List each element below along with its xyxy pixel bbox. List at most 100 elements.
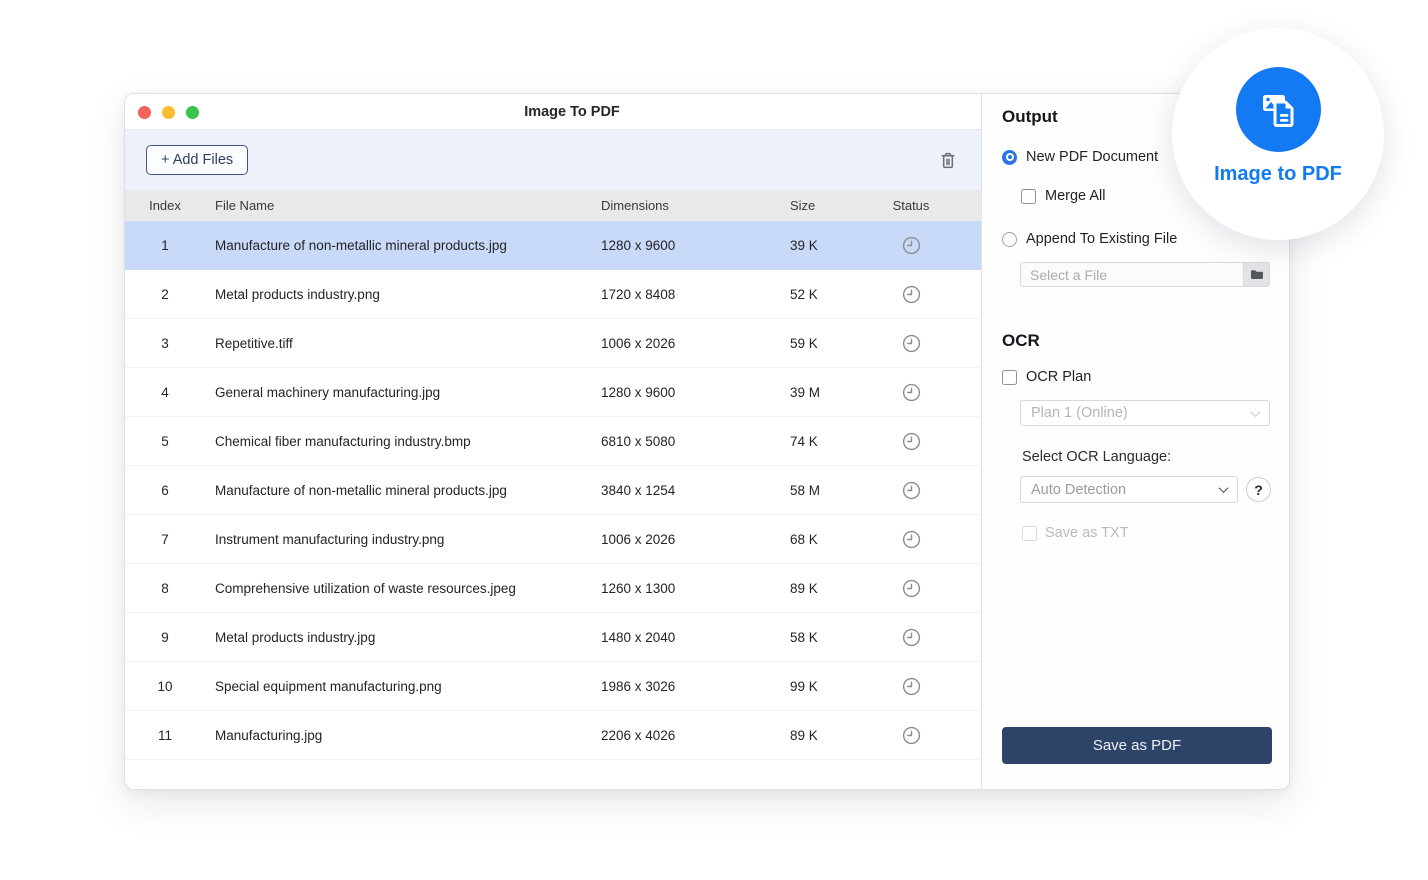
table-row[interactable]: 9 Metal products industry.jpg 1480 x 204… [125,613,981,662]
row-status [887,530,981,549]
clock-icon [902,628,921,647]
table-row[interactable]: 3 Repetitive.tiff 1006 x 2026 59 K [125,319,981,368]
table-row[interactable]: 8 Comprehensive utilization of waste res… [125,564,981,613]
zoom-button[interactable] [186,106,199,119]
row-index: 11 [125,728,205,743]
clock-icon [902,383,921,402]
row-file-name: Repetitive.tiff [205,336,601,351]
row-dimensions: 1720 x 8408 [601,287,790,302]
add-files-button[interactable]: + Add Files [146,145,248,175]
select-file-placeholder: Select a File [1021,263,1243,286]
row-dimensions: 1986 x 3026 [601,679,790,694]
checkbox-unchecked-icon[interactable] [1002,370,1017,385]
row-file-name: General machinery manufacturing.jpg [205,385,601,400]
clock-icon [902,726,921,745]
table-row[interactable]: 7 Instrument manufacturing industry.png … [125,515,981,564]
row-size: 68 K [790,532,887,547]
row-index: 2 [125,287,205,302]
save-as-pdf-button[interactable]: Save as PDF [1002,727,1272,764]
ocr-section-title: OCR [1002,331,1271,351]
checkbox-unchecked-icon[interactable] [1021,189,1036,204]
row-status [887,383,981,402]
row-file-name: Metal products industry.png [205,287,601,302]
table-row[interactable]: 6 Manufacture of non-metallic mineral pr… [125,466,981,515]
row-file-name: Instrument manufacturing industry.png [205,532,601,547]
ocr-language-label: Select OCR Language: [1022,449,1271,465]
chevron-down-icon [1219,483,1229,493]
row-index: 6 [125,483,205,498]
row-size: 89 K [790,581,887,596]
ocr-plan-select-value: Plan 1 (Online) [1031,405,1128,421]
clock-icon [902,481,921,500]
table-row[interactable]: 10 Special equipment manufacturing.png 1… [125,662,981,711]
row-status [887,579,981,598]
delete-button[interactable] [938,150,958,171]
row-index: 1 [125,238,205,253]
table-row[interactable]: 4 General machinery manufacturing.jpg 12… [125,368,981,417]
toolbar: + Add Files [125,130,981,190]
file-table-body: 1 Manufacture of non-metallic mineral pr… [125,221,981,789]
table-row[interactable]: 2 Metal products industry.png 1720 x 840… [125,270,981,319]
row-size: 99 K [790,679,887,694]
feature-badge-label: Image to PDF [1214,163,1342,186]
image-to-pdf-icon [1236,67,1321,152]
row-file-name: Special equipment manufacturing.png [205,679,601,694]
ocr-language-select[interactable]: Auto Detection [1020,476,1238,503]
titlebar: Image To PDF [125,94,981,130]
row-file-name: Chemical fiber manufacturing industry.bm… [205,434,601,449]
row-index: 7 [125,532,205,547]
row-size: 52 K [790,287,887,302]
row-index: 4 [125,385,205,400]
app-window: Image To PDF + Add Files Ind [124,93,1290,790]
browse-file-button[interactable] [1243,263,1269,286]
row-status [887,726,981,745]
row-index: 3 [125,336,205,351]
row-file-name: Manufacturing.jpg [205,728,601,743]
row-dimensions: 2206 x 4026 [601,728,790,743]
row-file-name: Manufacture of non-metallic mineral prod… [205,483,601,498]
row-dimensions: 1280 x 9600 [601,385,790,400]
select-file-input[interactable]: Select a File [1020,262,1270,287]
folder-icon [1250,269,1264,280]
radio-on-icon[interactable] [1002,150,1017,165]
close-button[interactable] [138,106,151,119]
table-header: Index File Name Dimensions Size Status [125,190,981,221]
row-dimensions: 1006 x 2026 [601,336,790,351]
row-status [887,628,981,647]
table-row[interactable]: 1 Manufacture of non-metallic mineral pr… [125,221,981,270]
append-label: Append To Existing File [1026,231,1177,247]
page: Image To PDF + Add Files Ind [0,0,1428,880]
row-dimensions: 1280 x 9600 [601,238,790,253]
row-size: 39 M [790,385,887,400]
chevron-down-icon [1251,407,1261,417]
minimize-button[interactable] [162,106,175,119]
row-size: 58 K [790,630,887,645]
ocr-plan-select[interactable]: Plan 1 (Online) [1020,400,1270,426]
table-row[interactable]: 11 Manufacturing.jpg 2206 x 4026 89 K [125,711,981,760]
row-size: 59 K [790,336,887,351]
row-index: 9 [125,630,205,645]
clock-icon [902,334,921,353]
row-dimensions: 1480 x 2040 [601,630,790,645]
checkbox-disabled-icon [1022,526,1037,541]
row-status [887,677,981,696]
table-row[interactable]: 5 Chemical fiber manufacturing industry.… [125,417,981,466]
row-status [887,285,981,304]
help-button[interactable]: ? [1246,477,1271,502]
save-as-txt-label: Save as TXT [1045,525,1129,541]
row-index: 8 [125,581,205,596]
feature-badge: Image to PDF [1172,28,1384,240]
clock-icon [902,530,921,549]
row-index: 10 [125,679,205,694]
save-as-txt-option: Save as TXT [1022,523,1271,543]
row-size: 89 K [790,728,887,743]
ocr-plan-option[interactable]: OCR Plan [1002,367,1271,387]
trash-icon [938,150,958,171]
merge-all-label: Merge All [1045,188,1105,204]
row-index: 5 [125,434,205,449]
header-file-name: File Name [205,198,601,213]
row-status [887,432,981,451]
append-option[interactable]: Append To Existing File [1002,229,1271,249]
ocr-plan-label: OCR Plan [1026,369,1091,385]
radio-off-icon[interactable] [1002,232,1017,247]
